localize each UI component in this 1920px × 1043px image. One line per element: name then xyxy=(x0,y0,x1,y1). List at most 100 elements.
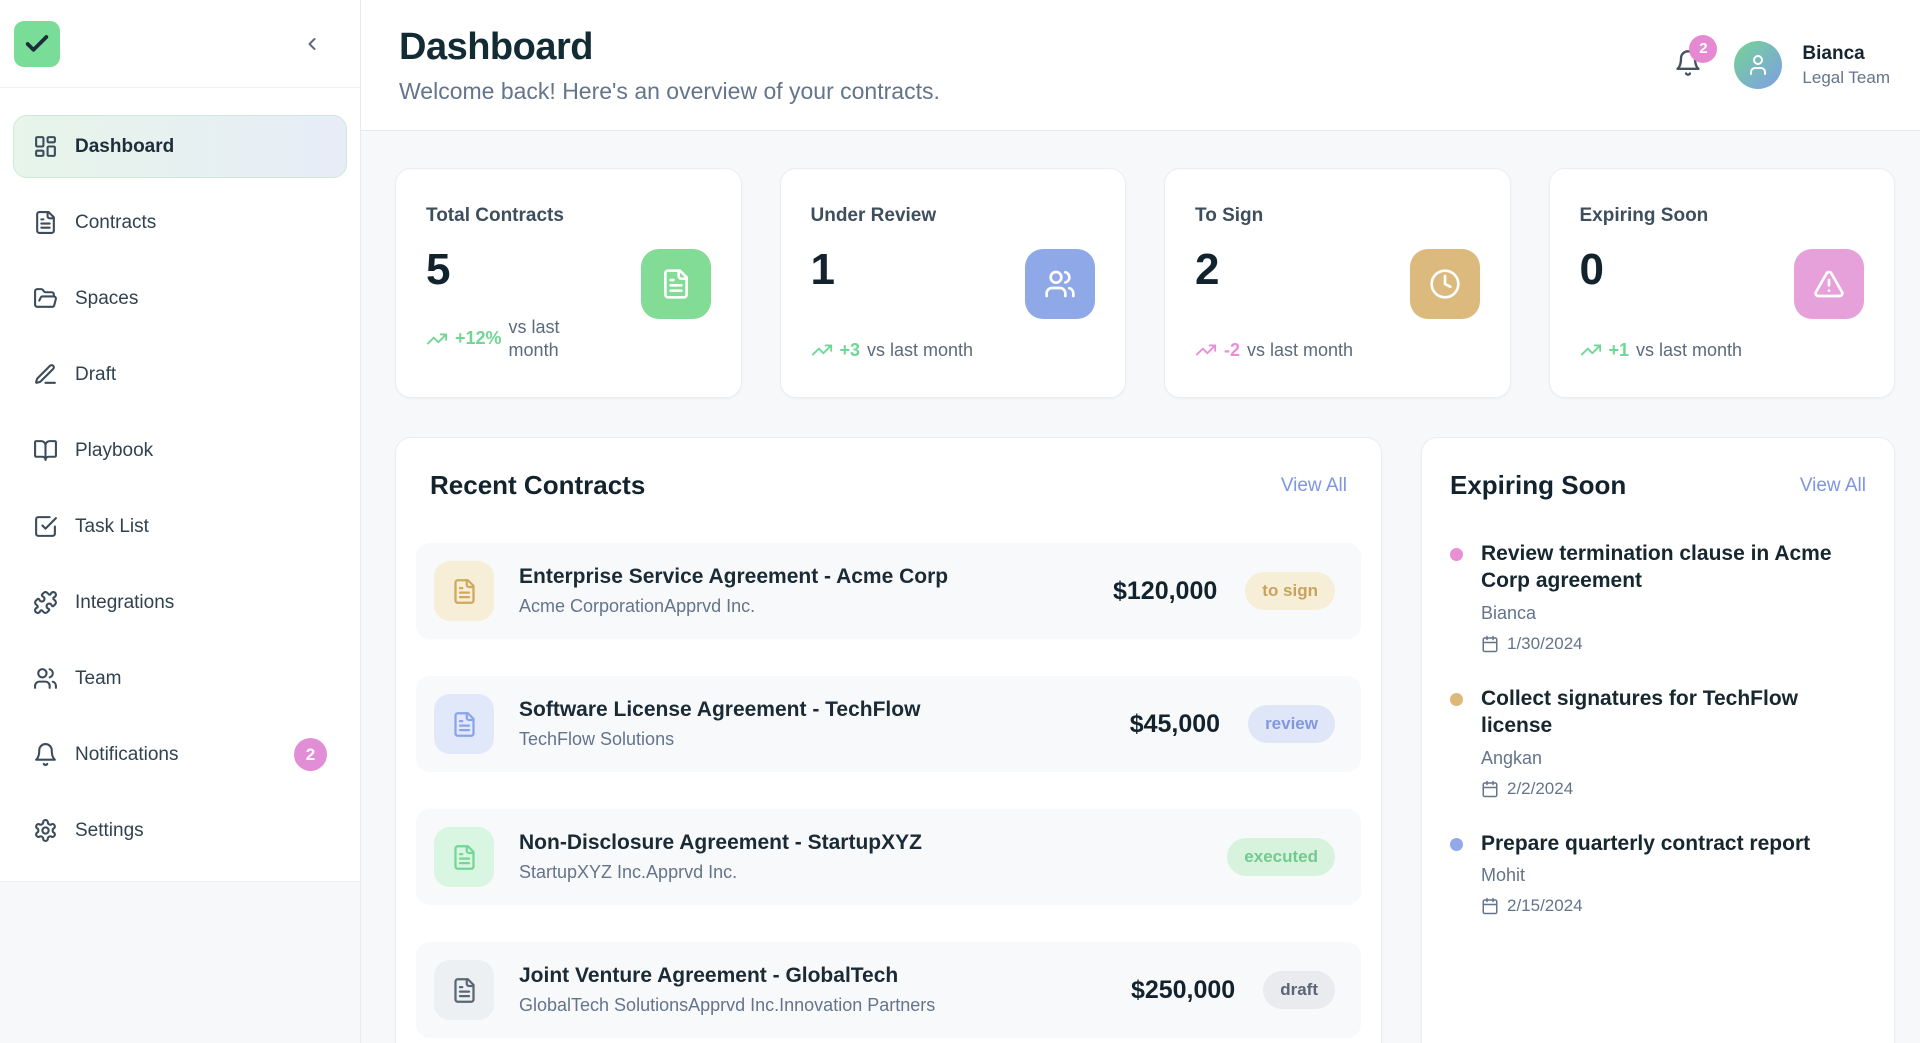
recent-contracts-title: Recent Contracts xyxy=(430,470,645,501)
sidebar-item-playbook[interactable]: Playbook xyxy=(13,419,347,482)
puzzle-icon xyxy=(33,590,58,615)
stat-card-total-contracts: Total Contracts5+12%vs last month xyxy=(395,168,742,398)
status-badge: draft xyxy=(1263,971,1335,1009)
contract-info: Non-Disclosure Agreement - StartupXYZSta… xyxy=(519,831,922,883)
sidebar-item-spaces[interactable]: Spaces xyxy=(13,267,347,330)
bell-icon xyxy=(33,742,58,767)
contract-title: Joint Venture Agreement - GlobalTech xyxy=(519,964,935,988)
file-text-icon xyxy=(451,977,478,1004)
stat-icon-tile xyxy=(1410,249,1480,319)
expiring-view-all-link[interactable]: View All xyxy=(1800,475,1866,497)
clock-icon xyxy=(1429,268,1461,300)
stat-delta-suffix: vs last month xyxy=(1247,340,1353,361)
sidebar-item-contracts[interactable]: Contracts xyxy=(13,191,347,254)
page-subtitle: Welcome back! Here's an overview of your… xyxy=(399,78,940,105)
file-text-icon xyxy=(660,268,692,300)
status-badge: to sign xyxy=(1245,572,1335,610)
page-heading-block: Dashboard Welcome back! Here's an overvi… xyxy=(399,26,940,105)
user-role: Legal Team xyxy=(1802,68,1890,88)
file-text-icon xyxy=(33,210,58,235)
expiring-item[interactable]: Collect signatures for TechFlow licenseA… xyxy=(1450,686,1866,799)
stat-trend: +12% vs last month xyxy=(426,316,591,361)
trending-up-icon xyxy=(1580,339,1602,361)
user-icon xyxy=(1746,53,1770,77)
contract-title: Software License Agreement - TechFlow xyxy=(519,698,920,722)
user-name: Bianca xyxy=(1802,43,1890,65)
expiring-item[interactable]: Review termination clause in Acme Corp a… xyxy=(1450,541,1866,654)
notification-count-badge: 2 xyxy=(1689,35,1717,63)
contract-meta: $250,000draft xyxy=(1131,971,1335,1009)
expiring-item-title: Review termination clause in Acme Corp a… xyxy=(1481,541,1853,595)
expiring-soon-title: Expiring Soon xyxy=(1450,470,1626,501)
trending-up-icon xyxy=(426,328,448,350)
expiring-item-date: 1/30/2024 xyxy=(1481,634,1853,654)
expiring-item-owner: Bianca xyxy=(1481,603,1853,624)
expiring-soon-panel: Expiring Soon View All Review terminatio… xyxy=(1421,437,1895,1043)
sidebar: Dashboard Contracts Spaces Draft Playbook Tas… xyxy=(0,0,360,882)
sidebar-header xyxy=(0,0,360,88)
expiring-item-body: Collect signatures for TechFlow licenseA… xyxy=(1481,686,1853,799)
expiring-item-title: Prepare quarterly contract report xyxy=(1481,831,1810,858)
sidebar-item-label: Spaces xyxy=(75,288,138,310)
main-content: Total Contracts5+12%vs last monthUnder R… xyxy=(361,132,1920,1043)
contract-title: Non-Disclosure Agreement - StartupXYZ xyxy=(519,831,922,855)
contract-row[interactable]: Software License Agreement - TechFlow Tec… xyxy=(416,676,1361,772)
sidebar-nav: Dashboard Contracts Spaces Draft Playbook Tas… xyxy=(0,88,360,862)
calendar-icon xyxy=(1481,897,1499,915)
contract-info: Joint Venture Agreement - GlobalTechGlob… xyxy=(519,964,935,1016)
contract-meta: executed xyxy=(1227,838,1335,876)
contract-icon-tile xyxy=(434,694,494,754)
sidebar-item-label: Playbook xyxy=(75,440,153,462)
expiring-soon-header: Expiring Soon View All xyxy=(1450,470,1866,501)
stat-icon-tile xyxy=(1025,249,1095,319)
sidebar-collapse-button[interactable] xyxy=(298,30,326,58)
stat-delta: +1 xyxy=(1609,340,1630,361)
recent-view-all-link[interactable]: View All xyxy=(1281,475,1347,497)
settings-icon xyxy=(33,818,58,843)
expiring-item-body: Prepare quarterly contract reportMohit2/… xyxy=(1481,831,1810,917)
sidebar-item-draft[interactable]: Draft xyxy=(13,343,347,406)
stat-card-under-review: Under Review1+3vs last month xyxy=(780,168,1127,398)
contract-info: Software License Agreement - TechFlow Tec… xyxy=(519,698,920,750)
page-title: Dashboard xyxy=(399,26,940,69)
sidebar-item-label: Draft xyxy=(75,364,116,386)
stat-card-to-sign: To Sign2-2vs last month xyxy=(1164,168,1511,398)
check-icon xyxy=(23,30,51,58)
expiring-item-body: Review termination clause in Acme Corp a… xyxy=(1481,541,1853,654)
stat-delta: +12% xyxy=(455,328,502,349)
sidebar-item-settings[interactable]: Settings xyxy=(13,799,347,862)
file-text-icon xyxy=(451,711,478,738)
sidebar-item-label: Dashboard xyxy=(75,136,174,158)
sidebar-item-task-list[interactable]: Task List xyxy=(13,495,347,558)
stat-icon-tile xyxy=(641,249,711,319)
stat-card-expiring-soon: Expiring Soon0+1vs last month xyxy=(1549,168,1896,398)
sidebar-item-team[interactable]: Team xyxy=(13,647,347,710)
contract-value: $120,000 xyxy=(1113,577,1217,606)
alert-triangle-icon xyxy=(1813,268,1845,300)
contract-row[interactable]: Joint Venture Agreement - GlobalTechGlob… xyxy=(416,942,1361,1038)
status-badge: executed xyxy=(1227,838,1335,876)
check-square-icon xyxy=(33,514,58,539)
notifications-button[interactable]: 2 xyxy=(1674,49,1702,82)
stat-delta-suffix: vs last month xyxy=(509,316,591,361)
contract-parties: TechFlow Solutions xyxy=(519,729,920,750)
expiring-item-date: 2/15/2024 xyxy=(1481,896,1810,916)
expiring-item[interactable]: Prepare quarterly contract reportMohit2/… xyxy=(1450,831,1866,917)
sidebar-item-dashboard[interactable]: Dashboard xyxy=(13,115,347,178)
priority-dot xyxy=(1450,838,1463,851)
contract-title: Enterprise Service Agreement - Acme Corp xyxy=(519,565,948,589)
avatar[interactable] xyxy=(1734,41,1782,89)
sidebar-item-notifications[interactable]: Notifications2 xyxy=(13,723,347,786)
contract-row[interactable]: Non-Disclosure Agreement - StartupXYZSta… xyxy=(416,809,1361,905)
stat-trend: -2vs last month xyxy=(1195,339,1353,361)
priority-dot xyxy=(1450,693,1463,706)
contract-value: $45,000 xyxy=(1130,710,1220,739)
file-text-icon xyxy=(451,844,478,871)
contract-row[interactable]: Enterprise Service Agreement - Acme Corp… xyxy=(416,543,1361,639)
stat-delta-suffix: vs last month xyxy=(867,340,973,361)
sidebar-item-integrations[interactable]: Integrations xyxy=(13,571,347,634)
stat-label: Under Review xyxy=(811,205,1096,227)
stat-trend: +1vs last month xyxy=(1580,339,1743,361)
sidebar-item-label: Settings xyxy=(75,820,144,842)
expiring-item-date-text: 1/30/2024 xyxy=(1507,634,1583,654)
